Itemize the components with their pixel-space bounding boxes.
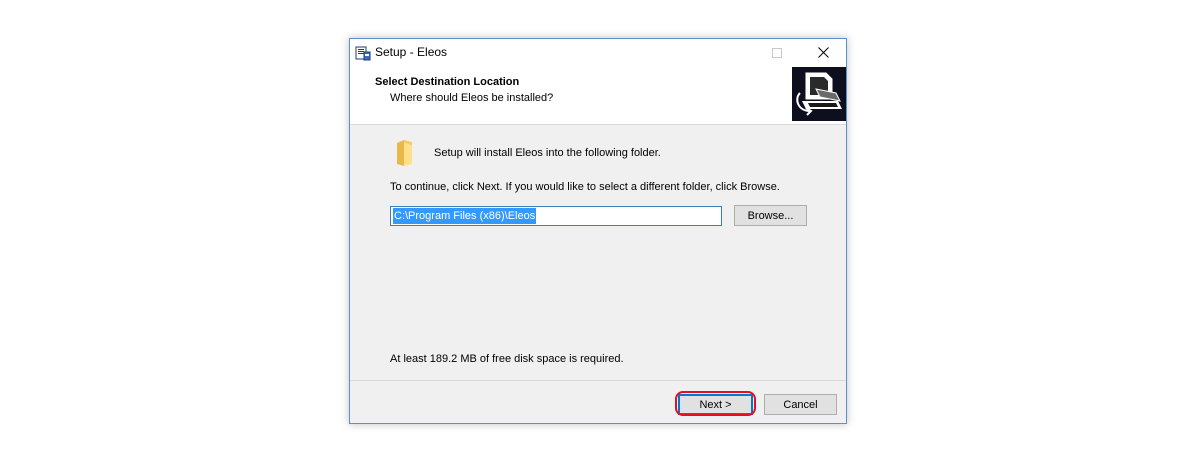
page-title: Select Destination Location xyxy=(375,76,520,88)
installer-computer-icon xyxy=(792,67,846,121)
maximize-button[interactable] xyxy=(754,39,800,66)
cancel-button[interactable]: Cancel xyxy=(764,394,837,415)
install-intro-text: Setup will install Eleos into the follow… xyxy=(434,147,661,159)
destination-path-value: C:\Program Files (x86)\Eleos xyxy=(393,208,537,224)
setup-app-icon xyxy=(355,46,371,61)
wizard-header: Select Destination Location Where should… xyxy=(350,66,846,125)
folder-icon xyxy=(397,140,412,166)
destination-path-input[interactable]: C:\Program Files (x86)\Eleos xyxy=(390,206,722,226)
browse-button[interactable]: Browse... xyxy=(734,205,807,226)
footer-divider xyxy=(350,380,846,381)
disk-space-text: At least 189.2 MB of free disk space is … xyxy=(390,353,624,365)
instruction-text: To continue, click Next. If you would li… xyxy=(390,181,780,193)
close-button[interactable] xyxy=(800,39,846,66)
minimize-icon xyxy=(726,52,736,53)
close-icon xyxy=(817,47,829,58)
title-bar[interactable]: Setup - Eleos xyxy=(350,39,846,66)
maximize-icon xyxy=(772,47,782,58)
page-subtitle: Where should Eleos be installed? xyxy=(390,92,554,104)
minimize-button[interactable] xyxy=(708,39,754,66)
setup-dialog: Setup - Eleos Select Destination Locatio… xyxy=(349,38,847,424)
window-title: Setup - Eleos xyxy=(375,45,448,59)
next-button[interactable]: Next > xyxy=(678,394,753,415)
